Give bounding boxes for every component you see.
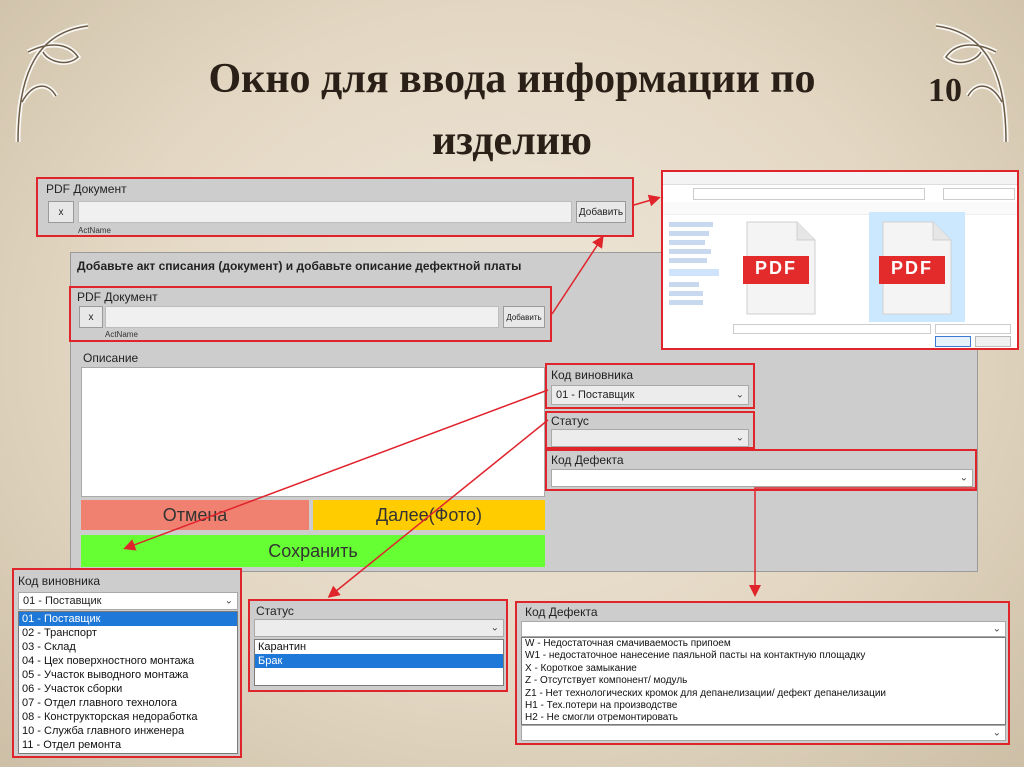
- connector-arrows: [123, 194, 977, 598]
- arrow-top-doc-to-dialog: [633, 194, 661, 207]
- arrow-main-doc-to-top-add: [551, 235, 604, 315]
- arrow-status-to-dropdown: [327, 419, 549, 598]
- arrow-culprit-to-dropdown: [123, 389, 549, 551]
- arrow-defect-to-dropdown: [749, 466, 977, 597]
